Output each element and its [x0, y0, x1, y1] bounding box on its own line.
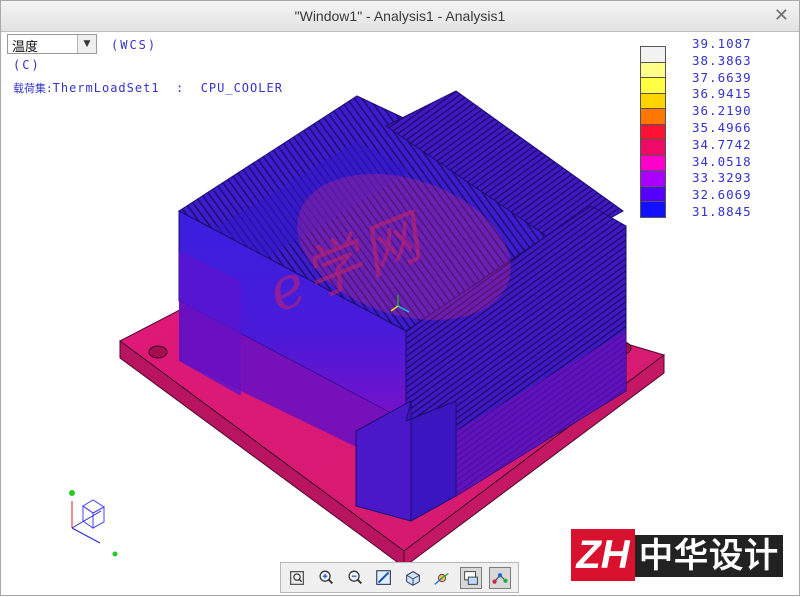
legend-swatch — [640, 108, 666, 125]
view-toolbar — [280, 562, 519, 593]
orientation-triad — [69, 490, 118, 557]
legend-value: 39.1087 — [692, 36, 752, 51]
refit-button[interactable] — [286, 567, 308, 589]
legend-value: 36.9415 — [692, 86, 752, 102]
legend-swatch — [640, 92, 666, 110]
legend-swatch — [640, 139, 666, 156]
zoom-out-icon — [348, 570, 363, 585]
legend-swatch — [640, 77, 666, 94]
legend-value: 33.3293 — [692, 170, 752, 186]
load-set-line: 载荷集:ThermLoadSet1 : CPU_COOLER — [13, 80, 283, 96]
legend-swatch — [640, 61, 666, 79]
repaint-button[interactable] — [373, 567, 395, 589]
zoom-in-button[interactable] — [315, 567, 337, 589]
display-style-icon — [464, 571, 478, 585]
legend-value: 34.0518 — [692, 153, 752, 169]
legend-value: 38.3863 — [692, 52, 752, 68]
result-quantity-select[interactable]: 温度 ▼ — [7, 34, 97, 55]
legend-swatch — [640, 201, 666, 218]
zoom-in-icon — [319, 570, 334, 585]
result-window: "Window1" - Analysis1 - Analysis1 ✕ e学网 … — [0, 0, 800, 596]
coord-system-label: (WCS) — [111, 38, 158, 52]
chevron-down-icon[interactable]: ▼ — [77, 35, 96, 53]
legend-value: 31.8845 — [692, 204, 752, 219]
logo-prefix: ZH — [571, 529, 635, 581]
load-set-separator: : — [176, 81, 185, 95]
repaint-icon — [376, 570, 391, 585]
model-name: CPU_COOLER — [200, 81, 283, 95]
saved-views-button[interactable] — [402, 567, 424, 589]
legend-swatch — [640, 185, 666, 203]
legend-swatch — [640, 46, 666, 63]
legend-value: 32.6069 — [692, 187, 752, 203]
logo-text: 中华设计 — [635, 535, 783, 577]
saved-views-icon — [406, 571, 420, 586]
refit-icon — [290, 571, 304, 585]
legend-swatch — [640, 170, 666, 187]
spin-center-button[interactable] — [431, 567, 453, 589]
legend-swatch — [640, 154, 666, 172]
legend-swatch — [640, 123, 666, 141]
legend-value: 36.2190 — [692, 103, 752, 119]
datum-display-button[interactable] — [489, 567, 511, 589]
datum-display-icon — [492, 573, 508, 584]
legend-value: 35.4966 — [692, 120, 752, 135]
legend-value: 37.6639 — [692, 69, 752, 85]
zoom-out-button[interactable] — [344, 567, 366, 589]
spin-center-icon — [434, 572, 449, 585]
legend-value: 34.7742 — [692, 136, 752, 152]
zh-logo: ZH 中华设计 — [571, 529, 783, 581]
unit-label: (C) — [13, 58, 41, 72]
display-style-button[interactable] — [460, 567, 482, 589]
load-set-caption: 载荷集: — [13, 82, 53, 95]
quantity-value: 温度 — [12, 40, 39, 55]
load-set-name: ThermLoadSet1 — [52, 81, 160, 95]
